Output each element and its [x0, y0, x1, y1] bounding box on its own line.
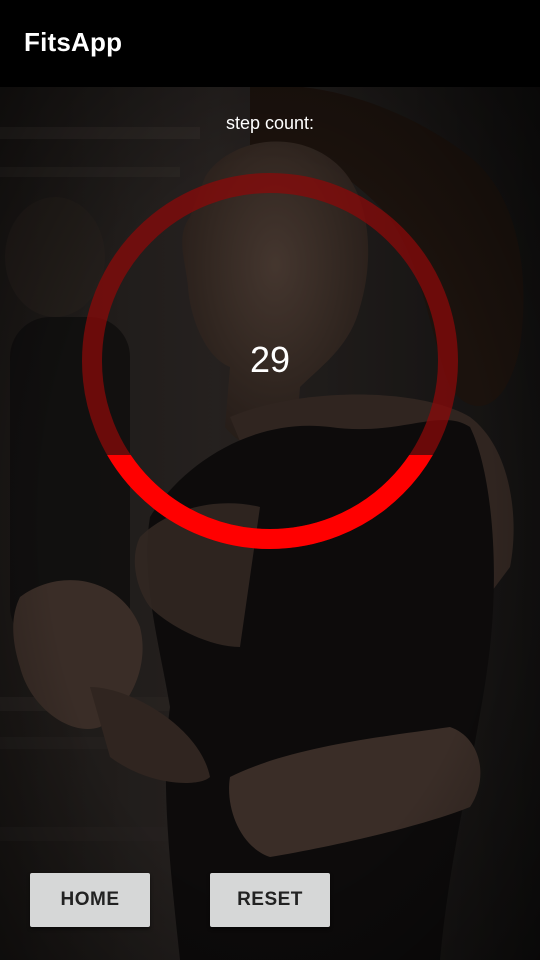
- main-content: step count: 29 HOME RESET: [0, 87, 540, 960]
- app-screen: FitsApp step count: 29 HOME RESET: [0, 0, 540, 960]
- step-count-label: step count:: [225, 113, 315, 133]
- reset-button[interactable]: RESET: [210, 873, 330, 927]
- step-count-value: 29: [249, 339, 291, 380]
- app-bar: FitsApp: [0, 0, 540, 87]
- app-title: FitsApp: [24, 27, 123, 57]
- home-button[interactable]: HOME: [30, 873, 150, 927]
